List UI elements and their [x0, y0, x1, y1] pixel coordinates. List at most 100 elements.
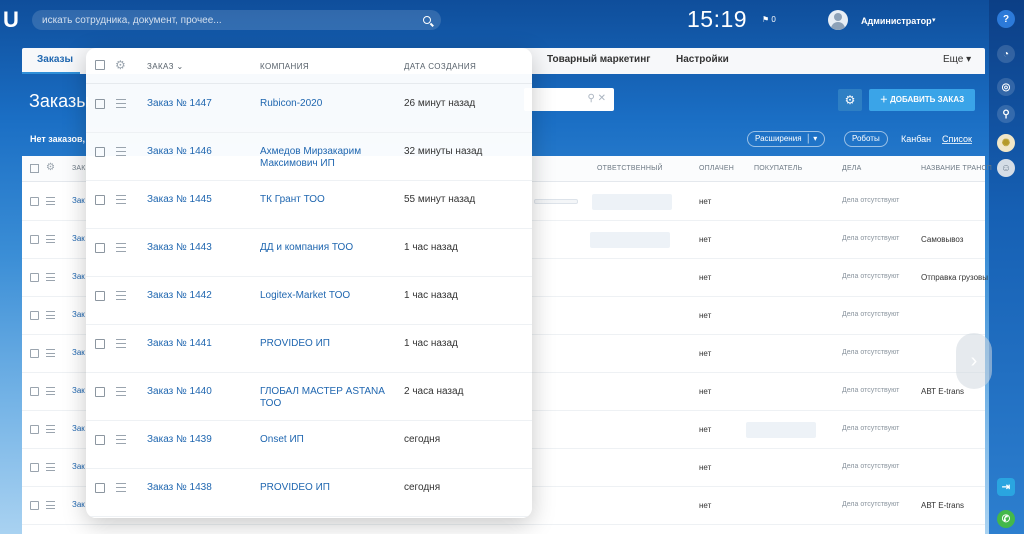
popup-row-checkbox[interactable] [95, 387, 105, 397]
row-checkbox[interactable] [30, 273, 39, 282]
user-avatar[interactable] [828, 10, 848, 30]
company-link[interactable]: Logitex-Market ТОО [260, 290, 390, 302]
company-link[interactable]: ГЛОБАЛ МАСТЕР ASTANA ТОО [260, 386, 390, 410]
company-link[interactable]: Onset ИП [260, 434, 390, 446]
col-buyer[interactable]: ПОКУПАТЕЛЬ [754, 165, 802, 172]
user-photo-icon[interactable]: ☺ [997, 159, 1015, 177]
rail-search-icon[interactable]: ⚲ [997, 105, 1015, 123]
popup-row-menu-icon[interactable] [116, 147, 126, 156]
popup-select-all-checkbox[interactable] [95, 60, 105, 70]
tab-product-marketing[interactable]: Товарный маркетинг [547, 54, 650, 65]
popup-row-menu-icon[interactable] [116, 99, 126, 108]
row-order-link[interactable]: Зак [72, 462, 85, 471]
open-app-icon[interactable]: ⇥ [997, 478, 1015, 496]
list-item[interactable]: Заказ № 1439 Onset ИП сегодня [86, 421, 532, 469]
row-checkbox[interactable] [30, 425, 39, 434]
popup-row-checkbox[interactable] [95, 147, 105, 157]
filter-search-clear-icon[interactable]: ⚲ ✕ [588, 93, 606, 104]
list-item[interactable]: Заказ № 1446 Ахмедов Мирзакарим Максимов… [86, 133, 532, 181]
company-link[interactable]: Rubicon-2020 [260, 98, 390, 110]
order-link[interactable]: Заказ № 1438 [147, 482, 212, 493]
row-menu-icon[interactable] [46, 463, 55, 471]
select-all-checkbox[interactable] [30, 164, 39, 173]
row-menu-icon[interactable] [46, 349, 55, 357]
popup-col-order[interactable]: ЗАКАЗ ⌄ [147, 62, 184, 71]
col-order[interactable]: ЗАК [72, 165, 86, 172]
order-link[interactable]: Заказ № 1441 [147, 338, 212, 349]
list-item[interactable]: Заказ № 1438 PROVIDEO ИП сегодня [86, 469, 532, 517]
popup-row-menu-icon[interactable] [116, 243, 126, 252]
search-icon[interactable] [423, 16, 431, 24]
popup-row-checkbox[interactable] [95, 99, 105, 109]
list-item[interactable]: Заказ № 1442 Logitex-Market ТОО 1 час на… [86, 277, 532, 325]
row-order-link[interactable]: Зак [72, 310, 85, 319]
row-order-link[interactable]: Зак [72, 500, 85, 509]
list-view-link[interactable]: Список [942, 134, 972, 144]
col-paid[interactable]: ОПЛАЧЕН [699, 165, 734, 172]
notifications-icon[interactable]: ◔ [997, 45, 1015, 63]
user-menu-caret-icon[interactable]: ▾ [932, 16, 936, 24]
list-item[interactable]: Заказ № 1445 ТК Грант ТОО 55 минут назад [86, 181, 532, 229]
user-name[interactable]: Администратор [861, 16, 932, 26]
row-checkbox[interactable] [30, 311, 39, 320]
popup-col-date[interactable]: ДАТА СОЗДАНИЯ [404, 62, 476, 71]
row-order-link[interactable]: Зак [72, 196, 85, 205]
popup-row-menu-icon[interactable] [116, 483, 126, 492]
row-menu-icon[interactable] [46, 387, 55, 395]
row-checkbox[interactable] [30, 235, 39, 244]
list-item[interactable]: Заказ № 1440 ГЛОБАЛ МАСТЕР ASTANA ТОО 2 … [86, 373, 532, 421]
row-menu-icon[interactable] [46, 235, 55, 243]
order-link[interactable]: Заказ № 1445 [147, 194, 212, 205]
search-input[interactable]: искать сотрудника, документ, прочее... [42, 15, 423, 26]
order-link[interactable]: Заказ № 1443 [147, 242, 212, 253]
flag-counter[interactable]: ⚑ 0 [762, 15, 776, 24]
company-link[interactable]: Ахмедов Мирзакарим Максимович ИП [260, 146, 390, 170]
kanban-view-link[interactable]: Канбан [901, 134, 931, 144]
app-logo[interactable]: U [3, 9, 19, 31]
row-order-link[interactable]: Зак [72, 234, 85, 243]
popup-row-menu-icon[interactable] [116, 291, 126, 300]
order-link[interactable]: Заказ № 1442 [147, 290, 212, 301]
row-menu-icon[interactable] [46, 273, 55, 281]
list-item[interactable]: Заказ № 1441 PROVIDEO ИП 1 час назад [86, 325, 532, 373]
company-link[interactable]: PROVIDEO ИП [260, 338, 390, 350]
row-order-link[interactable]: Зак [72, 386, 85, 395]
popup-gear-icon[interactable]: ⚙ [115, 59, 127, 71]
row-menu-icon[interactable] [46, 425, 55, 433]
popup-row-checkbox[interactable] [95, 339, 105, 349]
company-link[interactable]: PROVIDEO ИП [260, 482, 390, 494]
bulb-icon[interactable]: ✺ [997, 134, 1015, 152]
col-deals[interactable]: ДЕЛА [842, 165, 861, 172]
row-checkbox[interactable] [30, 197, 39, 206]
popup-row-checkbox[interactable] [95, 483, 105, 493]
row-order-link[interactable]: Зак [72, 272, 85, 281]
help-icon[interactable]: ? [997, 10, 1015, 28]
col-responsible[interactable]: ОТВЕТСТВЕННЫЙ [597, 165, 663, 172]
popup-row-menu-icon[interactable] [116, 195, 126, 204]
popup-row-checkbox[interactable] [95, 435, 105, 445]
popup-row-menu-icon[interactable] [116, 387, 126, 396]
row-checkbox[interactable] [30, 349, 39, 358]
popup-row-checkbox[interactable] [95, 243, 105, 253]
order-link[interactable]: Заказ № 1440 [147, 386, 212, 397]
tab-orders[interactable]: Заказы [37, 54, 73, 65]
list-item[interactable]: Заказ № 1447 Rubicon-2020 26 минут назад [86, 85, 532, 133]
row-order-link[interactable]: Зак [72, 348, 85, 357]
robots-button[interactable]: Роботы [844, 131, 888, 147]
scroll-right-arrow-icon[interactable]: › [956, 333, 992, 389]
popup-col-company[interactable]: КОМПАНИЯ [260, 62, 309, 71]
row-menu-icon[interactable] [46, 311, 55, 319]
col-transport[interactable]: НАЗВАНИЕ ТРАНСП [921, 165, 992, 172]
row-order-link[interactable]: Зак [72, 424, 85, 433]
order-link[interactable]: Заказ № 1446 [147, 146, 212, 157]
extensions-button[interactable]: Расширения │ ▾ [747, 131, 826, 147]
call-icon[interactable]: ✆ [997, 510, 1015, 528]
global-search[interactable]: искать сотрудника, документ, прочее... [32, 10, 441, 30]
company-link[interactable]: ДД и компания ТОО [260, 242, 390, 254]
columns-gear-icon[interactable]: ⚙ [46, 162, 55, 173]
row-menu-icon[interactable] [46, 501, 55, 509]
row-menu-icon[interactable] [46, 197, 55, 205]
row-checkbox[interactable] [30, 463, 39, 472]
order-link[interactable]: Заказ № 1439 [147, 434, 212, 445]
order-link[interactable]: Заказ № 1447 [147, 98, 212, 109]
